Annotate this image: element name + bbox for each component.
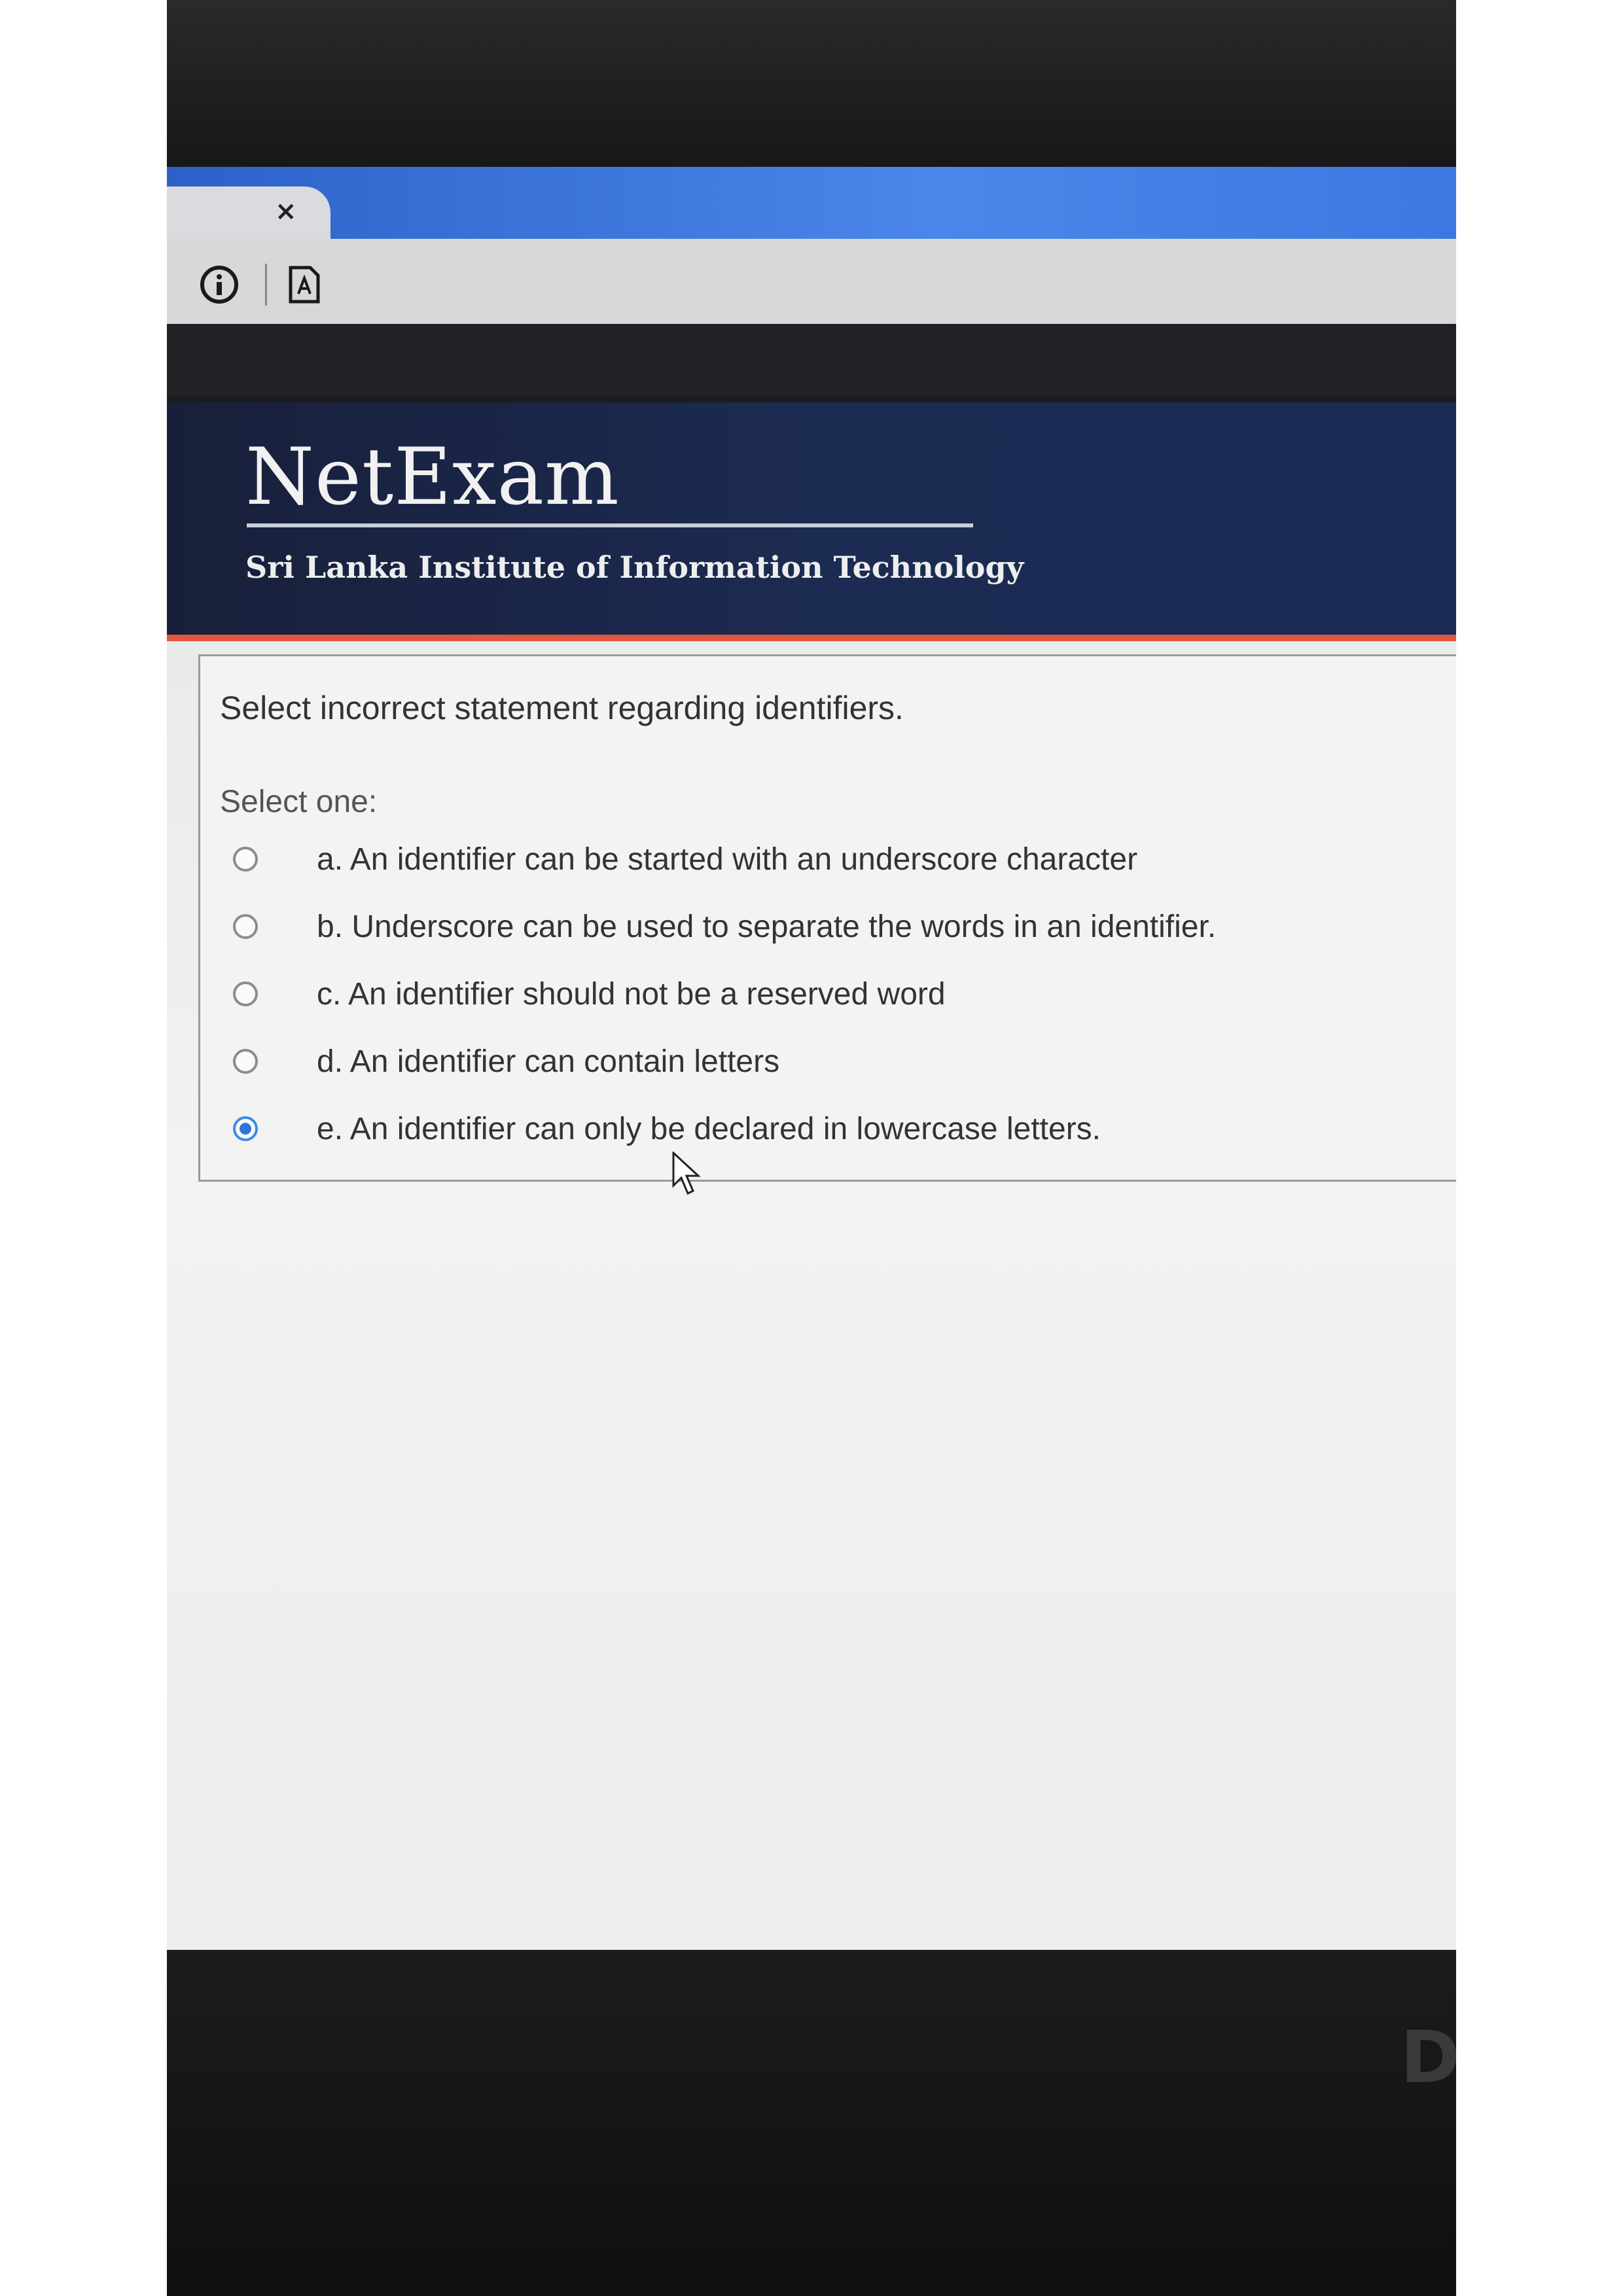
close-icon[interactable]: ×	[275, 198, 297, 224]
document-icon[interactable]	[288, 265, 321, 304]
photo-frame: × NetExam Sri Lanka Institute of Informa…	[167, 0, 1456, 2296]
option-label[interactable]: e. An identifier can only be declared in…	[317, 1111, 1101, 1147]
answer-option-a[interactable]: a. An identifier can be started with an …	[220, 836, 1137, 882]
radio-button[interactable]	[233, 1049, 258, 1074]
option-label[interactable]: c. An identifier should not be a reserve…	[317, 976, 946, 1012]
radio-button[interactable]	[233, 847, 258, 872]
radio-button-selected[interactable]	[233, 1116, 258, 1141]
radio-button[interactable]	[233, 981, 258, 1006]
option-label[interactable]: d. An identifier can contain letters	[317, 1044, 779, 1080]
answer-option-b[interactable]: b. Underscore can be used to separate th…	[220, 904, 1216, 949]
answer-option-e[interactable]: e. An identifier can only be declared in…	[220, 1106, 1101, 1152]
option-label[interactable]: a. An identifier can be started with an …	[317, 841, 1137, 877]
logo-underline	[247, 523, 973, 527]
netexam-logo: NetExam	[245, 432, 620, 523]
answer-option-c[interactable]: c. An identifier should not be a reserve…	[220, 971, 946, 1017]
info-icon[interactable]	[200, 265, 239, 304]
browser-content-top-band	[167, 324, 1456, 396]
mouse-cursor-icon	[672, 1152, 701, 1195]
toolbar-separator	[265, 264, 267, 306]
question-box: Select incorrect statement regarding ide…	[198, 654, 1456, 1182]
browser-toolbar	[167, 239, 1456, 324]
radio-button[interactable]	[233, 914, 258, 939]
option-label[interactable]: b. Underscore can be used to separate th…	[317, 909, 1216, 945]
quiz-content: Select incorrect statement regarding ide…	[167, 641, 1456, 1950]
question-text: Select incorrect statement regarding ide…	[220, 690, 904, 726]
brand-logo: D	[1400, 2015, 1456, 2099]
select-one-prompt: Select one:	[220, 785, 378, 819]
site-header: NetExam Sri Lanka Institute of Informati…	[167, 402, 1456, 641]
monitor-bezel-bottom: D	[167, 1950, 1456, 2296]
institute-name: Sri Lanka Institute of Information Techn…	[245, 550, 1024, 585]
answer-option-d[interactable]: d. An identifier can contain letters	[220, 1038, 779, 1084]
